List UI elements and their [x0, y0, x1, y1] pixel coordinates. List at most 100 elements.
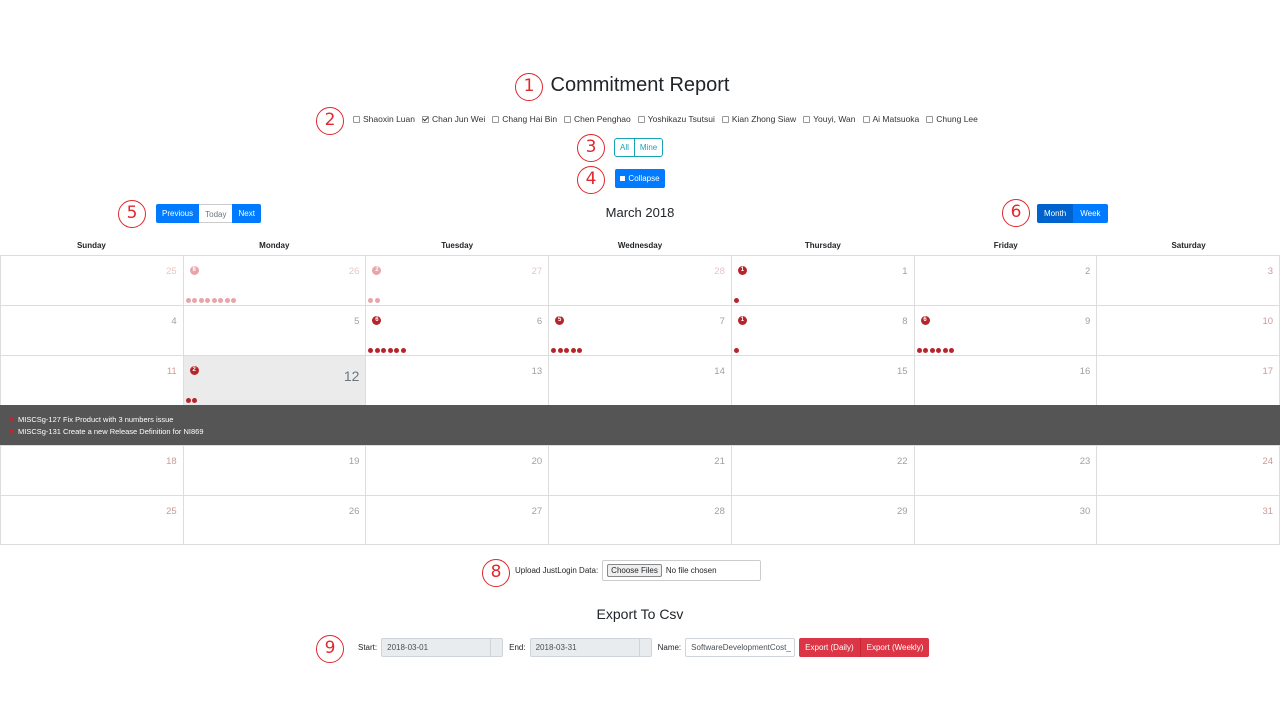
calendar-day-cell[interactable]: 23	[913, 446, 1097, 495]
calendar-dropdown-icon[interactable]	[490, 639, 502, 656]
event-count-badge[interactable]: 8	[189, 266, 199, 275]
calendar-day-cell[interactable]: 25	[0, 256, 183, 305]
calendar-day-cell[interactable]: 16	[913, 356, 1097, 405]
event-dot[interactable]	[185, 398, 191, 403]
user-filter-item[interactable]: Chang Hai Bin	[492, 114, 557, 124]
mine-button[interactable]: Mine	[633, 139, 662, 156]
collapse-button[interactable]: Collapse	[615, 169, 665, 188]
calendar-day-cell[interactable]: 25	[0, 496, 183, 544]
user-filter-item[interactable]: Yoshikazu Tsutsui	[637, 114, 715, 124]
calendar-day-cell[interactable]: 3	[1096, 256, 1280, 305]
calendar-day-cell[interactable]: 27 2	[365, 256, 548, 305]
user-filter-item[interactable]: Ai Matsuoka	[862, 114, 919, 124]
user-checkbox[interactable]	[564, 115, 572, 123]
user-checkbox[interactable]	[353, 115, 360, 123]
user-filter-item[interactable]: Kian Zhong Siaw	[721, 114, 796, 124]
file-input[interactable]: Choose Files No file chosen	[602, 560, 762, 581]
calendar-day-cell[interactable]: 75	[548, 306, 731, 355]
event-dot[interactable]	[557, 348, 563, 353]
event-dot[interactable]	[949, 348, 955, 353]
event-dot[interactable]	[381, 348, 387, 353]
export-daily-button[interactable]: Export (Daily)	[799, 638, 860, 657]
event-dot[interactable]	[224, 298, 230, 303]
export-weekly-button[interactable]: Export (Weekly)	[859, 638, 930, 657]
choose-files-button[interactable]: Choose Files	[607, 564, 662, 577]
calendar-day-cell[interactable]: 24	[1096, 446, 1280, 495]
calendar-day-cell[interactable]: 13	[365, 356, 548, 405]
calendar-day-cell[interactable]: 26 8	[182, 256, 366, 305]
month-view-button[interactable]: Month	[1037, 204, 1074, 223]
event-count-badge[interactable]: 1	[737, 316, 747, 325]
calendar-day-cell[interactable]: 66	[365, 306, 548, 355]
event-dot[interactable]	[564, 348, 570, 353]
event-count-badge[interactable]: 2	[189, 366, 199, 375]
calendar-day-cell[interactable]: 31	[1096, 496, 1280, 544]
user-filter-item[interactable]: Chen Penghao	[564, 114, 631, 124]
calendar-day-cell[interactable]: 96	[913, 306, 1097, 355]
event-dot[interactable]	[570, 348, 576, 353]
event-dot[interactable]	[577, 348, 583, 353]
event-item[interactable]: MISCSg-127 Fix Product with 3 numbers is…	[10, 413, 1270, 425]
calendar-day-cell[interactable]: 19	[182, 446, 366, 495]
name-input[interactable]: SoftwareDevelopmentCost_	[685, 638, 796, 657]
calendar-day-cell[interactable]: 11	[0, 356, 183, 405]
calendar-day-cell[interactable]: 26	[182, 496, 366, 544]
calendar-day-cell[interactable]: 29	[730, 496, 914, 544]
week-view-button[interactable]: Week	[1073, 204, 1108, 223]
user-checkbox[interactable]	[637, 115, 645, 123]
calendar-day-cell[interactable]: 4	[0, 306, 183, 355]
event-dot[interactable]	[387, 348, 393, 353]
user-filter-item[interactable]: Shaoxin Luan	[353, 114, 415, 124]
event-dot[interactable]	[916, 348, 922, 353]
event-dot[interactable]	[198, 298, 204, 303]
calendar-day-cell[interactable]: 18	[0, 446, 183, 495]
calendar-day-cell[interactable]: 12 2	[182, 356, 366, 405]
calendar-day-cell[interactable]: 21	[548, 446, 731, 495]
event-dot[interactable]	[942, 348, 948, 353]
event-dot[interactable]	[231, 298, 237, 303]
event-dot[interactable]	[733, 298, 739, 303]
event-dot[interactable]	[929, 348, 935, 353]
event-dot[interactable]	[185, 298, 191, 303]
event-count-badge[interactable]: 6	[372, 316, 382, 325]
event-dot[interactable]	[368, 298, 374, 303]
event-dot[interactable]	[936, 348, 942, 353]
calendar-day-cell[interactable]: 22	[730, 446, 914, 495]
event-item[interactable]: MISCSg-131 Create a new Release Definiti…	[10, 425, 1270, 437]
end-date-input[interactable]: 2018-03-31	[529, 638, 652, 657]
user-checkbox[interactable]	[422, 115, 429, 123]
event-dot[interactable]	[394, 348, 400, 353]
user-checkbox[interactable]	[803, 115, 811, 123]
all-button[interactable]: All	[615, 139, 634, 156]
calendar-day-cell[interactable]: 5	[182, 306, 366, 355]
calendar-day-cell[interactable]: 30	[913, 496, 1097, 544]
calendar-day-cell[interactable]: 11	[730, 256, 914, 305]
user-filter-item[interactable]: Chung Lee	[926, 114, 978, 124]
user-filter-item[interactable]: Chan Jun Wei	[422, 114, 485, 124]
event-dot[interactable]	[368, 348, 374, 353]
calendar-day-cell[interactable]: 28	[548, 256, 731, 305]
event-dot[interactable]	[218, 298, 224, 303]
user-checkbox[interactable]	[492, 115, 500, 123]
calendar-day-cell[interactable]: 2	[913, 256, 1097, 305]
event-dot[interactable]	[551, 348, 557, 353]
event-dot[interactable]	[192, 398, 198, 403]
event-dot[interactable]	[733, 348, 739, 353]
calendar-day-cell[interactable]: 20	[365, 446, 548, 495]
start-date-input[interactable]: 2018-03-01	[381, 638, 504, 657]
calendar-day-cell[interactable]: 14	[548, 356, 731, 405]
event-dot[interactable]	[923, 348, 929, 353]
calendar-day-cell[interactable]: 15	[730, 356, 914, 405]
event-dot[interactable]	[211, 298, 217, 303]
event-dot[interactable]	[192, 298, 198, 303]
event-dot[interactable]	[205, 298, 211, 303]
calendar-dropdown-icon[interactable]	[638, 639, 651, 656]
calendar-day-cell[interactable]: 81	[730, 306, 914, 355]
event-dot[interactable]	[374, 348, 380, 353]
event-dot[interactable]	[400, 348, 406, 353]
event-count-badge[interactable]: 5	[555, 316, 565, 325]
calendar-day-cell[interactable]: 17	[1096, 356, 1280, 405]
event-count-badge[interactable]: 2	[372, 266, 382, 275]
user-checkbox[interactable]	[862, 115, 870, 123]
user-filter-item[interactable]: Youyi, Wan	[803, 114, 856, 124]
